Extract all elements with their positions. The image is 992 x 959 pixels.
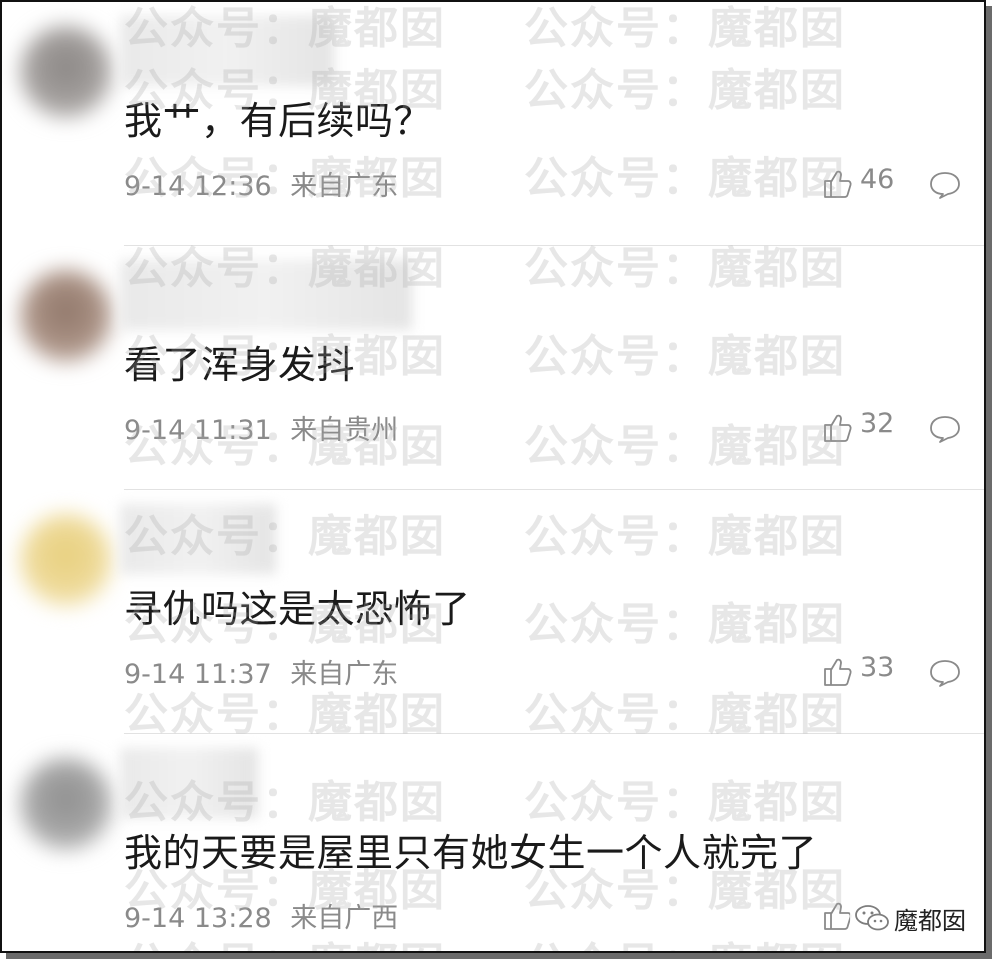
comment-date: 9-14 13:28 [124, 903, 272, 934]
comment-meta: 9-14 11:37 来自广东 [124, 652, 398, 691]
thumbs-up-icon[interactable] [822, 412, 854, 444]
comment-location: 来自广东 [290, 659, 399, 690]
avatar[interactable] [20, 270, 112, 362]
frame-shadow [986, 6, 992, 959]
comment-bubble-icon[interactable] [928, 658, 962, 688]
thumbs-up-icon[interactable] [822, 168, 854, 200]
wechat-icon [855, 905, 889, 931]
username-blurred[interactable] [120, 504, 276, 574]
comment-date: 9-14 11:31 [124, 415, 272, 446]
comment-bubble-icon[interactable] [928, 170, 962, 200]
avatar[interactable] [20, 26, 112, 118]
comment-date: 9-14 11:37 [124, 659, 272, 690]
comment-bubble-icon[interactable] [928, 414, 962, 444]
comment-text: 我的天要是屋里只有她女生一个人就完了 [124, 831, 818, 875]
username-blurred[interactable] [120, 16, 334, 86]
brand-badge: 魔都囡 [850, 900, 970, 936]
avatar[interactable] [20, 758, 112, 850]
like-count: 32 [860, 408, 895, 439]
username-blurred[interactable] [120, 748, 258, 818]
comment-item: 寻仇吗这是太恐怖了 9-14 11:37 来自广东 33 [2, 490, 984, 734]
comment-list-panel: 我艹，有后续吗？ 9-14 12:36 来自广东 46 看了浑身发抖 9-14 … [0, 0, 986, 953]
comment-text: 看了浑身发抖 [124, 343, 356, 387]
thumbs-up-icon[interactable] [822, 656, 854, 688]
like-count: 33 [860, 652, 895, 683]
frame-shadow [6, 953, 992, 959]
avatar[interactable] [20, 514, 112, 606]
comment-meta: 9-14 11:31 来自贵州 [124, 408, 398, 447]
username-blurred[interactable] [120, 260, 412, 330]
comment-item: 我的天要是屋里只有她女生一个人就完了 9-14 13:28 来自广西 [2, 734, 984, 951]
comment-item: 看了浑身发抖 9-14 11:31 来自贵州 32 [2, 246, 984, 490]
comment-meta: 9-14 12:36 来自广东 [124, 164, 398, 203]
comment-text: 我艹，有后续吗？ [124, 99, 433, 143]
comment-meta: 9-14 13:28 来自广西 [124, 896, 398, 935]
comment-text: 寻仇吗这是太恐怖了 [124, 587, 471, 631]
like-count: 46 [860, 164, 895, 195]
comment-location: 来自广西 [290, 903, 399, 934]
comment-item: 我艹，有后续吗？ 9-14 12:36 来自广东 46 [2, 2, 984, 246]
comment-date: 9-14 12:36 [124, 171, 272, 202]
comment-location: 来自贵州 [290, 415, 399, 446]
comment-location: 来自广东 [290, 171, 399, 202]
brand-label: 魔都囡 [894, 906, 966, 935]
